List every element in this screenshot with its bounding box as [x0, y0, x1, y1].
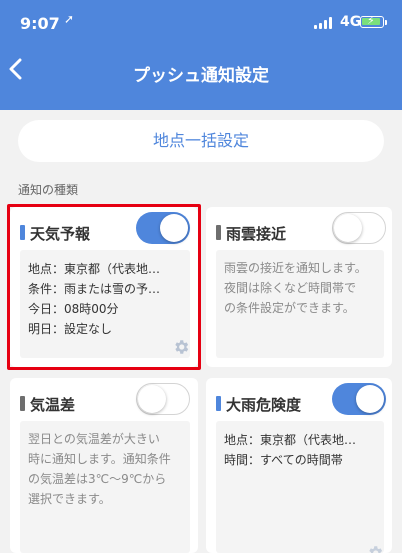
rain-cloud-description-box: 雨雲の接近を通知します。 夜間は除くなど時間帯で の条件設定ができます。 — [216, 250, 384, 358]
row-value: すべての時間帯 — [260, 453, 343, 467]
info-row-tomorrow: 明日：設定なし — [28, 320, 112, 337]
info-row-location: 地点：東京都（代表地… — [28, 260, 160, 277]
description-line: 夜間は除くなど時間帯で — [224, 281, 357, 295]
card-temperature-difference[interactable]: 気温差 翌日との気温差が大きい 時に通知します。通知条件 の気温差は3℃〜9℃か… — [10, 378, 198, 553]
row-label: 地点： — [224, 433, 261, 447]
gear-icon[interactable] — [172, 338, 190, 356]
card-rain-cloud[interactable]: 雨雲接近 雨雲の接近を通知します。 夜間は除くなど時間帯で の条件設定ができます… — [206, 207, 392, 367]
row-value: 東京都（代表地… — [260, 433, 357, 447]
bulk-location-setting-button[interactable]: 地点一括設定 — [18, 120, 384, 162]
section-label: 通知の種類 — [18, 183, 79, 197]
description-text: 雨雲の接近を通知します。 夜間は除くなど時間帯で の条件設定ができます。 — [224, 258, 367, 318]
info-row-condition: 条件：雨または雪の予… — [28, 280, 160, 297]
card-marker — [20, 396, 25, 411]
card-title: 気温差 — [30, 396, 76, 414]
card-marker — [20, 225, 25, 240]
info-row-location: 地点：東京都（代表地… — [224, 431, 356, 448]
location-arrow-icon: ➚ — [64, 12, 75, 26]
description-line: 雨雲の接近を通知します。 — [224, 261, 367, 275]
status-time: 9:07 — [20, 14, 60, 33]
card-weather-forecast[interactable]: 天気予報 地点：東京都（代表地… 条件：雨または雪の予… 今日：08時00分 明… — [10, 207, 198, 367]
card-marker — [216, 225, 221, 240]
temperature-difference-description-box: 翌日との気温差が大きい 時に通知します。通知条件 の気温差は3℃〜9℃から 選択… — [20, 421, 190, 553]
toggle-knob — [160, 214, 188, 242]
app-header: 9:07 ➚ 4G ⚡ プッシュ通知設定 — [0, 0, 402, 110]
card-title: 大雨危険度 — [226, 396, 302, 414]
description-line: 選択できます。 — [28, 492, 111, 506]
description-line: 時に通知します。通知条件 — [28, 452, 171, 466]
battery-icon: ⚡ — [360, 14, 384, 28]
row-label: 時間： — [224, 453, 261, 467]
row-value: 08時00分 — [64, 302, 119, 316]
row-label: 地点： — [28, 262, 65, 276]
heavy-rain-risk-toggle[interactable] — [332, 383, 386, 415]
gear-icon[interactable] — [366, 544, 384, 553]
card-title: 雨雲接近 — [226, 225, 287, 243]
card-heavy-rain-risk[interactable]: 大雨危険度 地点：東京都（代表地… 時間：すべての時間帯 — [206, 378, 392, 553]
row-label: 今日： — [28, 302, 65, 316]
heavy-rain-risk-settings-box: 地点：東京都（代表地… 時間：すべての時間帯 — [216, 421, 384, 553]
toggle-knob — [334, 213, 362, 242]
row-value: 東京都（代表地… — [64, 262, 161, 276]
row-value: 設定なし — [64, 322, 113, 336]
info-row-today: 今日：08時00分 — [28, 300, 119, 317]
network-type: 4G — [340, 14, 362, 30]
row-value: 雨または雪の予… — [64, 282, 161, 296]
description-text: 翌日との気温差が大きい 時に通知します。通知条件 の気温差は3℃〜9℃から 選択… — [28, 429, 171, 509]
weather-forecast-toggle[interactable] — [136, 212, 190, 244]
toggle-knob — [138, 384, 166, 413]
weather-forecast-settings-box: 地点：東京都（代表地… 条件：雨または雪の予… 今日：08時00分 明日：設定な… — [20, 250, 190, 358]
row-label: 明日： — [28, 322, 65, 336]
page-title: プッシュ通知設定 — [133, 66, 269, 86]
description-line: の気温差は3℃〜9℃から — [28, 472, 167, 486]
temperature-difference-toggle[interactable] — [136, 383, 190, 415]
signal-strength-icon — [314, 17, 336, 29]
card-marker — [216, 396, 221, 411]
description-line: の条件設定ができます。 — [224, 301, 355, 315]
status-bar: 9:07 ➚ 4G ⚡ — [0, 0, 402, 44]
battery-cap — [385, 20, 387, 25]
info-row-time: 時間：すべての時間帯 — [224, 451, 343, 468]
description-line: 翌日との気温差が大きい — [28, 432, 160, 446]
toggle-knob — [356, 385, 384, 413]
row-label: 条件： — [28, 282, 65, 296]
card-title: 天気予報 — [30, 225, 91, 243]
rain-cloud-toggle[interactable] — [332, 212, 386, 244]
